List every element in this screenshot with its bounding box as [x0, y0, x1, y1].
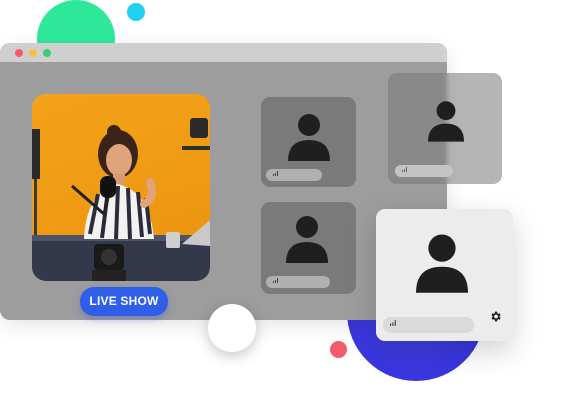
signal-bars-icon — [402, 167, 407, 172]
signal-bars-icon — [273, 171, 278, 176]
host-video-feed[interactable] — [32, 94, 210, 281]
participant-name-bar — [266, 276, 330, 288]
user-icon — [286, 216, 328, 263]
gear-icon[interactable] — [489, 310, 502, 323]
signal-bars-icon — [273, 278, 278, 283]
participant-name-bar — [266, 169, 322, 181]
record-button[interactable] — [208, 304, 256, 352]
user-icon — [288, 114, 330, 161]
participant-name-bar — [395, 165, 453, 177]
decor-red-circle — [330, 341, 347, 358]
close-window-button[interactable] — [15, 49, 23, 57]
participant-tile-3[interactable] — [388, 73, 502, 184]
participant-name-bar — [383, 317, 474, 333]
maximize-window-button[interactable] — [43, 49, 51, 57]
window-titlebar — [0, 43, 447, 62]
host-video-illustration — [32, 118, 210, 281]
participant-tile-1[interactable] — [261, 97, 356, 187]
participant-tile-2[interactable] — [261, 202, 356, 294]
decor-cyan-circle — [127, 3, 145, 21]
minimize-window-button[interactable] — [29, 49, 37, 57]
user-icon — [428, 101, 464, 142]
user-icon — [416, 234, 468, 293]
signal-bars-icon — [390, 320, 396, 326]
live-show-button[interactable]: LIVE SHOW — [80, 287, 168, 316]
